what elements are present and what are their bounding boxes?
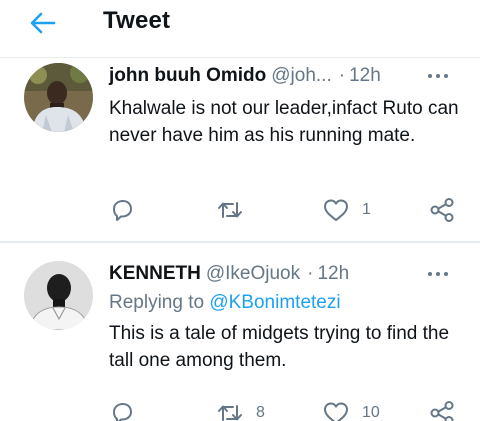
tweet-actions: 1 xyxy=(109,195,456,225)
more-dot xyxy=(436,74,440,78)
more-options-button[interactable] xyxy=(426,266,450,282)
share-icon xyxy=(430,198,454,222)
reply-icon xyxy=(113,403,132,421)
author-name[interactable]: john buuh Omido xyxy=(109,65,266,87)
reply-icon xyxy=(113,200,132,221)
reply-button[interactable] xyxy=(109,195,147,225)
tweet-text: Khalwale is not our leader,infact Ruto c… xyxy=(109,98,459,146)
separator-dot: · xyxy=(307,263,314,284)
tweet-actions: 8 10 xyxy=(109,398,456,421)
heart-icon xyxy=(324,402,348,421)
retweet-icon xyxy=(218,405,242,421)
more-horizontal-icon xyxy=(428,272,432,276)
top-bar: Tweet xyxy=(0,0,480,58)
reply-button[interactable] xyxy=(109,398,147,421)
replying-to-label: Replying to xyxy=(109,292,205,313)
retweet-button[interactable]: 8 xyxy=(216,398,265,421)
back-button[interactable] xyxy=(26,6,60,40)
tweet-header: KENNETH @IkeOjuok · 12h xyxy=(109,262,450,286)
tweet-card[interactable]: KENNETH @IkeOjuok · 12h Replying to @KBo… xyxy=(0,243,480,421)
share-button[interactable] xyxy=(429,398,455,421)
avatar-photo xyxy=(24,63,93,132)
more-dot xyxy=(444,74,448,78)
heart-icon xyxy=(324,199,348,221)
more-options-button[interactable] xyxy=(426,68,450,84)
replying-to-user[interactable]: @KBonimtetezi xyxy=(209,292,340,313)
avatar[interactable] xyxy=(24,261,93,330)
tweet-card[interactable]: john buuh Omido @joh... · 12h Khalwale i… xyxy=(0,58,480,242)
replying-to: Replying to @KBonimtetezi xyxy=(109,292,341,314)
like-button[interactable]: 1 xyxy=(322,195,371,225)
like-count: 10 xyxy=(362,404,380,421)
page-title: Tweet xyxy=(103,7,171,34)
share-icon xyxy=(430,401,454,421)
tweet-time[interactable]: 12h xyxy=(349,65,381,87)
tweet-header: john buuh Omido @joh... · 12h xyxy=(109,64,450,88)
separator-dot: · xyxy=(338,65,346,86)
more-dot xyxy=(444,272,448,276)
like-button[interactable]: 10 xyxy=(322,398,380,421)
retweet-button[interactable] xyxy=(216,195,256,225)
avatar[interactable] xyxy=(24,63,93,132)
avatar-photo xyxy=(24,261,93,330)
arrow-left-icon xyxy=(30,12,56,34)
tweet-text: This is a tale of midgets trying to find… xyxy=(109,323,450,371)
retweet-count: 8 xyxy=(256,404,265,421)
share-button[interactable] xyxy=(429,195,455,225)
author-handle[interactable]: @IkeOjuok xyxy=(206,263,300,285)
more-horizontal-icon xyxy=(428,74,432,78)
author-handle[interactable]: @joh... xyxy=(271,65,331,87)
retweet-icon xyxy=(218,202,242,218)
tweet-time[interactable]: 12h xyxy=(317,263,349,285)
author-name[interactable]: KENNETH xyxy=(109,263,201,285)
like-count: 1 xyxy=(362,201,371,218)
more-dot xyxy=(436,272,440,276)
